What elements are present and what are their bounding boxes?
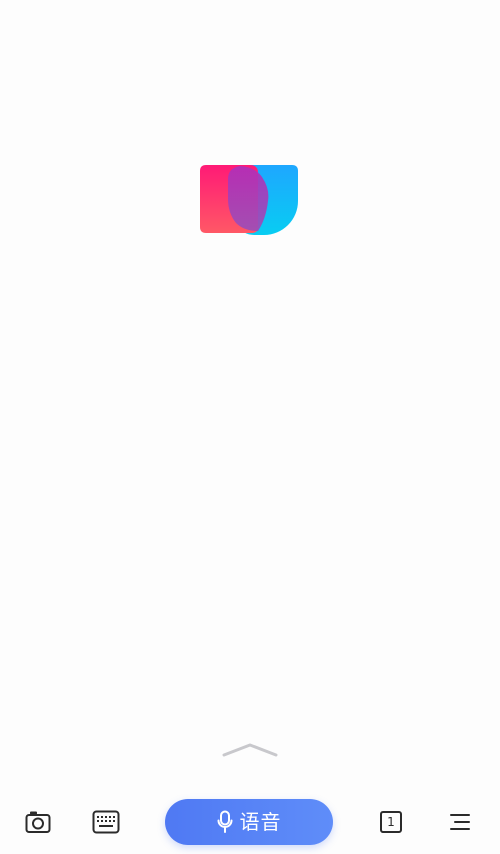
menu-button[interactable]	[436, 796, 484, 848]
bottom-toolbar: 语音 1	[0, 796, 500, 848]
swipe-up-chevron[interactable]	[222, 742, 278, 758]
tabs-count-icon: 1	[380, 811, 402, 833]
voice-button-label: 语音	[239, 810, 282, 834]
camera-button[interactable]	[14, 796, 62, 848]
tabs-button[interactable]: 1	[367, 796, 415, 848]
chevron-up-icon	[222, 743, 278, 757]
tabs-count: 1	[387, 815, 395, 829]
keyboard-button[interactable]	[82, 796, 130, 848]
menu-icon	[450, 814, 470, 830]
microphone-icon	[217, 810, 232, 833]
keyboard-icon	[92, 810, 120, 834]
voice-search-button[interactable]: 语音	[165, 799, 333, 845]
app-logo	[200, 165, 300, 235]
camera-icon	[25, 811, 51, 833]
